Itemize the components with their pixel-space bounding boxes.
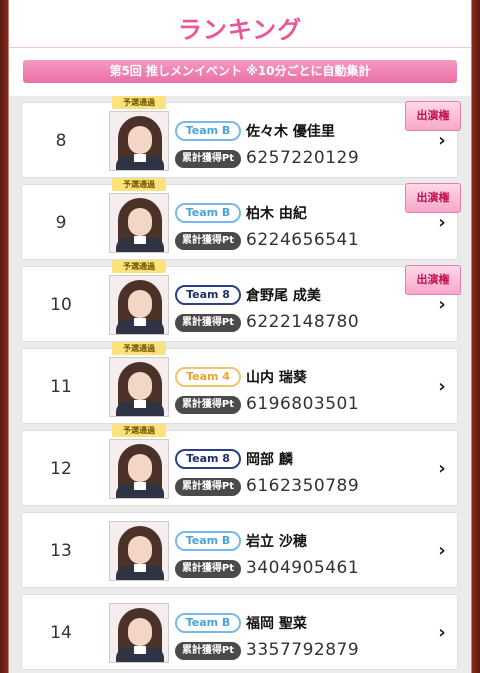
qualified-badge: 予選通過 xyxy=(112,178,166,191)
chevron-right-icon[interactable]: › xyxy=(432,211,452,235)
qualified-badge: 予選通過 xyxy=(112,342,166,355)
member-photo xyxy=(109,439,169,499)
page-title: ランキング xyxy=(177,16,303,44)
points-label: 累計獲得Pt xyxy=(175,560,241,578)
chevron-right-icon[interactable]: › xyxy=(432,375,452,399)
points-label: 累計獲得Pt xyxy=(175,642,241,660)
member-name: 柏木 由紀 xyxy=(246,206,307,222)
points-value: 6224656541 xyxy=(246,230,360,250)
member-photo xyxy=(109,193,169,253)
team-pill: Team B xyxy=(175,531,241,551)
team-pill: Team B xyxy=(175,203,241,223)
team-pill: Team B xyxy=(175,613,241,633)
points-label: 累計獲得Pt xyxy=(175,150,241,168)
chevron-right-icon[interactable]: › xyxy=(432,621,452,645)
member-name: 佐々木 優佳里 xyxy=(246,124,335,140)
team-pill: Team B xyxy=(175,121,241,141)
ranking-row[interactable]: 11 予選通過 Team 4 山内 瑞葵 累計獲得Pt 6196803501 › xyxy=(21,342,458,424)
rank-number: 8 xyxy=(55,131,67,151)
ranking-row[interactable]: 10 予選通過 Team 8 倉野尾 成美 累計獲得Pt 6222148780 … xyxy=(21,260,461,342)
event-banner: 第5回 推しメンイベント ※10分ごとに自動集計 xyxy=(23,60,457,83)
member-name: 福岡 聖菜 xyxy=(246,616,307,632)
chevron-right-icon[interactable]: › xyxy=(432,293,452,317)
ranking-row[interactable]: 12 予選通過 Team 8 岡部 麟 累計獲得Pt 6162350789 › xyxy=(21,424,458,506)
member-photo xyxy=(109,603,169,663)
team-pill: Team 8 xyxy=(175,449,241,469)
points-value: 6162350789 xyxy=(246,476,360,496)
header: ランキング 第5回 推しメンイベント ※10分ごとに自動集計 xyxy=(9,0,471,96)
qualified-badge: 予選通過 xyxy=(112,260,166,273)
team-pill: Team 4 xyxy=(175,367,241,387)
rank-number: 9 xyxy=(55,213,67,233)
rank-number: 10 xyxy=(50,295,72,315)
team-pill: Team 8 xyxy=(175,285,241,305)
qualified-badge: 予選通過 xyxy=(112,96,166,109)
member-name: 山内 瑞葵 xyxy=(246,370,307,386)
points-label: 累計獲得Pt xyxy=(175,232,241,250)
entry-ribbon: 出演権 xyxy=(405,101,461,131)
member-name: 岩立 沙穂 xyxy=(246,534,307,550)
points-value: 6196803501 xyxy=(246,394,360,414)
chevron-right-icon[interactable]: › xyxy=(432,129,452,153)
member-photo xyxy=(109,357,169,417)
member-photo xyxy=(109,521,169,581)
points-value: 3357792879 xyxy=(246,640,360,660)
rank-number: 12 xyxy=(50,459,72,479)
rank-number: 11 xyxy=(50,377,72,397)
title-divider xyxy=(9,47,471,48)
chevron-right-icon[interactable]: › xyxy=(432,457,452,481)
member-photo xyxy=(109,111,169,171)
ranking-row[interactable]: 13 Team B 岩立 沙穂 累計獲得Pt 3404905461 › xyxy=(21,512,458,588)
ranking-panel: ランキング 第5回 推しメンイベント ※10分ごとに自動集計 8 予選通過 Te… xyxy=(9,0,471,673)
chevron-right-icon[interactable]: › xyxy=(432,539,452,563)
ranking-row[interactable]: 9 予選通過 Team B 柏木 由紀 累計獲得Pt 6224656541 出演… xyxy=(21,178,461,260)
ranking-row[interactable]: 14 Team B 福岡 聖菜 累計獲得Pt 3357792879 › xyxy=(21,594,458,670)
member-photo xyxy=(109,275,169,335)
points-value: 6257220129 xyxy=(246,148,360,168)
entry-ribbon: 出演権 xyxy=(405,265,461,295)
ranking-row[interactable]: 8 予選通過 Team B 佐々木 優佳里 累計獲得Pt 6257220129 … xyxy=(21,96,461,178)
points-label: 累計獲得Pt xyxy=(175,314,241,332)
points-label: 累計獲得Pt xyxy=(175,478,241,496)
points-value: 3404905461 xyxy=(246,558,360,578)
entry-ribbon: 出演権 xyxy=(405,183,461,213)
member-name: 岡部 麟 xyxy=(246,452,293,468)
rank-number: 13 xyxy=(50,541,72,561)
qualified-badge: 予選通過 xyxy=(112,424,166,437)
points-label: 累計獲得Pt xyxy=(175,396,241,414)
member-name: 倉野尾 成美 xyxy=(246,288,321,304)
points-value: 6222148780 xyxy=(246,312,360,332)
rank-number: 14 xyxy=(50,623,72,643)
